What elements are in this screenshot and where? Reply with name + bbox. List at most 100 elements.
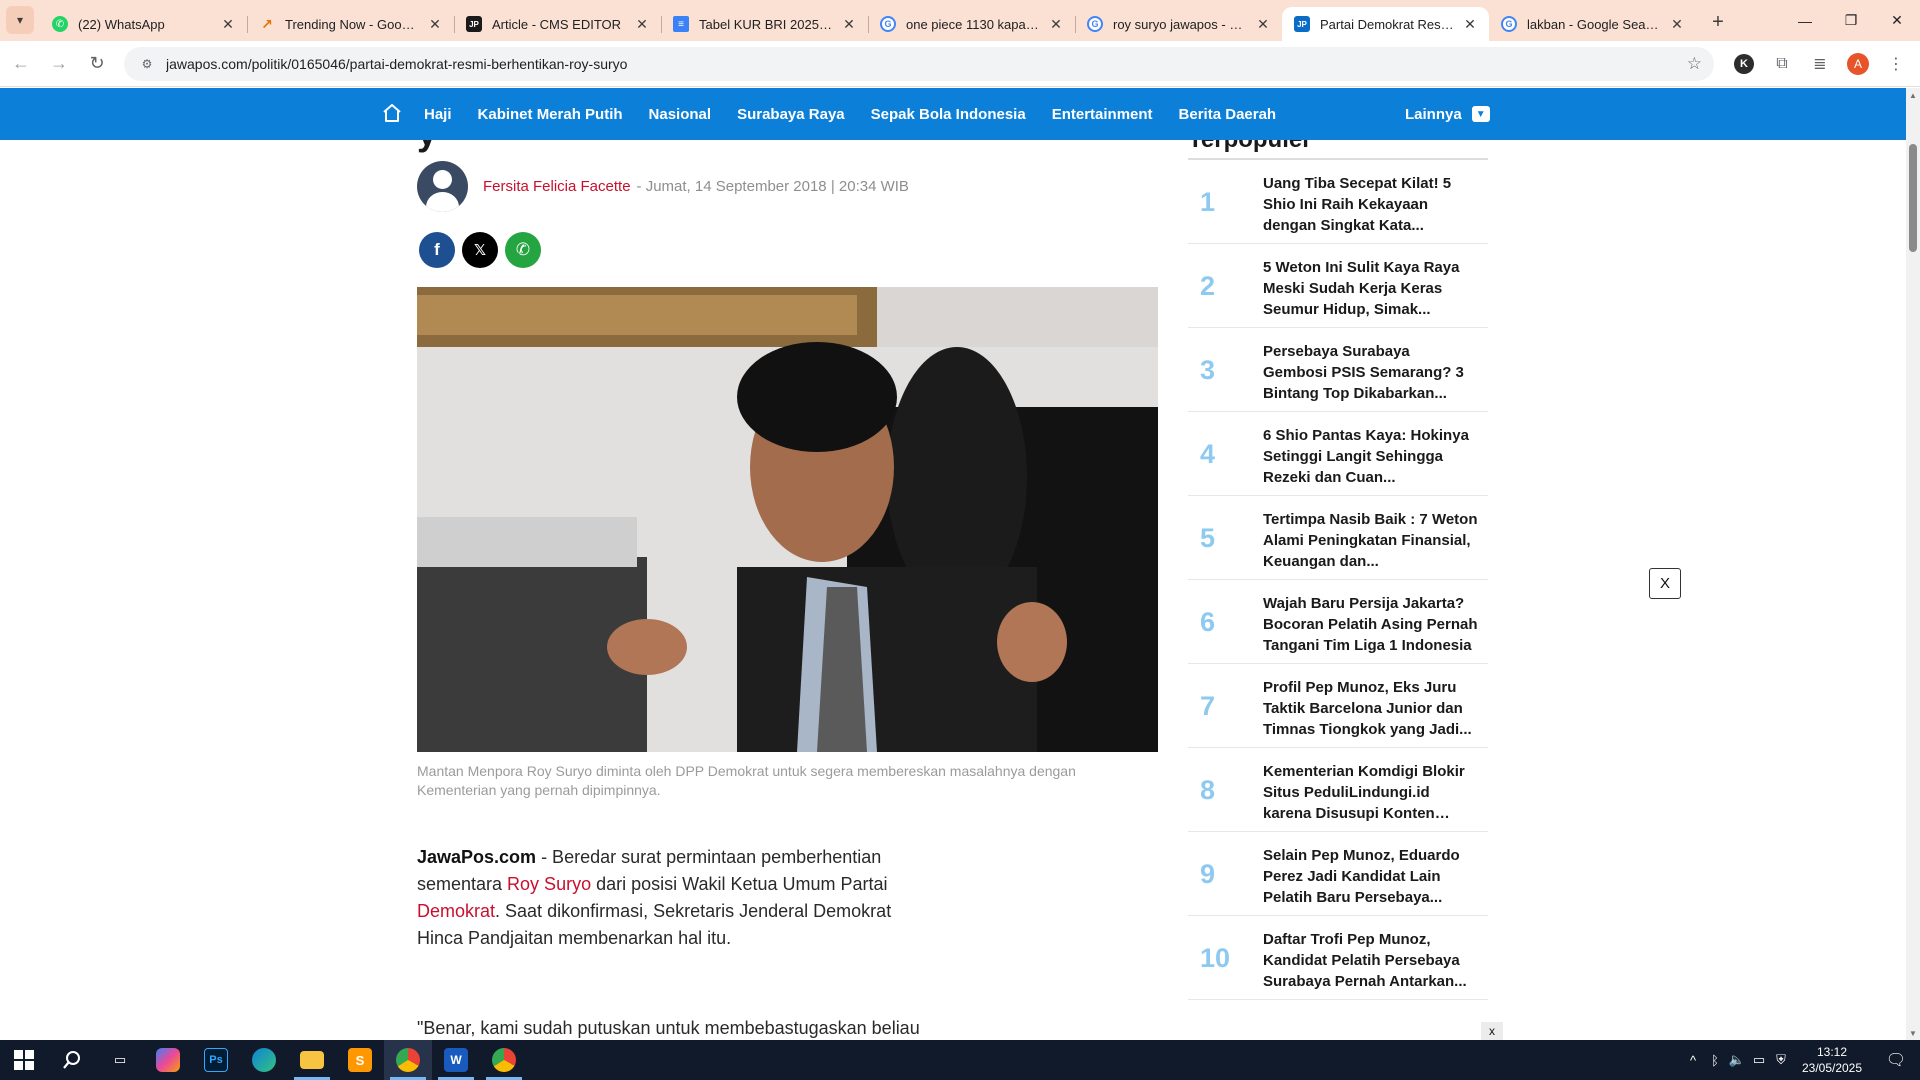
nav-item-haji[interactable]: Haji xyxy=(424,106,452,123)
network-icon[interactable]: ▭ xyxy=(1748,1052,1770,1068)
file-explorer-button[interactable] xyxy=(288,1040,336,1080)
popular-item[interactable]: 5 Tertimpa Nasib Baik : 7 Weton Alami Pe… xyxy=(1188,496,1488,580)
ad-close-button[interactable]: X xyxy=(1649,568,1681,599)
bottom-ad-close-button[interactable]: x xyxy=(1481,1022,1503,1040)
close-icon[interactable]: ✕ xyxy=(1047,15,1065,33)
browser-tab-trends[interactable]: ↗ Trending Now - Google Trends ✕ xyxy=(247,7,454,41)
scroll-down-icon[interactable]: ▼ xyxy=(1906,1026,1920,1040)
word-button[interactable]: W xyxy=(432,1040,480,1080)
extensions-button[interactable]: ⧉ xyxy=(1766,48,1798,80)
copilot-button[interactable] xyxy=(144,1040,192,1080)
close-icon[interactable]: ✕ xyxy=(426,15,444,33)
close-window-icon[interactable]: ✕ xyxy=(1874,0,1920,41)
whatsapp-share-button[interactable]: ✆ xyxy=(505,232,541,268)
popular-title[interactable]: Daftar Trofi Pep Munoz, Kandidat Pelatih… xyxy=(1263,929,1478,992)
popular-title[interactable]: Persebaya Surabaya Gembosi PSIS Semarang… xyxy=(1263,341,1478,404)
popular-title[interactable]: Selain Pep Munoz, Eduardo Perez Jadi Kan… xyxy=(1263,845,1478,908)
popular-item[interactable]: 6 Wajah Baru Persija Jakarta? Bocoran Pe… xyxy=(1188,580,1488,664)
sublime-button[interactable]: S xyxy=(336,1040,384,1080)
facebook-icon: f xyxy=(434,240,440,259)
popular-item[interactable]: 2 5 Weton Ini Sulit Kaya Raya Meski Suda… xyxy=(1188,244,1488,328)
close-icon[interactable]: ✕ xyxy=(1668,15,1686,33)
taskbar-search[interactable] xyxy=(48,1040,96,1080)
popular-title[interactable]: Kementerian Komdigi Blokir Situs PeduliL… xyxy=(1263,761,1478,824)
popular-rank: 1 xyxy=(1200,186,1216,217)
popular-title[interactable]: Profil Pep Munoz, Eks Juru Taktik Barcel… xyxy=(1263,677,1478,740)
lead-text-2: dari posisi Wakil Ketua Umum Partai xyxy=(591,874,888,894)
nav-item-kabinet-merah-putih[interactable]: Kabinet Merah Putih xyxy=(478,106,623,123)
facebook-share-button[interactable]: f xyxy=(419,232,455,268)
extension-k-button[interactable]: K xyxy=(1728,48,1760,80)
close-icon[interactable]: ✕ xyxy=(840,15,858,33)
reload-button[interactable]: ↻ xyxy=(80,47,114,81)
popular-item[interactable]: 8 Kementerian Komdigi Blokir Situs Pedul… xyxy=(1188,748,1488,832)
popular-title[interactable]: Wajah Baru Persija Jakarta? Bocoran Pela… xyxy=(1263,593,1478,656)
chrome-button[interactable] xyxy=(384,1040,432,1080)
browser-tab-cms[interactable]: JP Article - CMS EDITOR ✕ xyxy=(454,7,661,41)
file-explorer-icon xyxy=(300,1051,324,1069)
nav-item-berita-daerah[interactable]: Berita Daerah xyxy=(1179,106,1277,123)
home-icon[interactable] xyxy=(381,102,403,124)
popular-item[interactable]: 3 Persebaya Surabaya Gembosi PSIS Semara… xyxy=(1188,328,1488,412)
browser-tab-active[interactable]: JP Partai Demokrat Resmi Berhentikan Roy… xyxy=(1282,7,1489,41)
back-button[interactable]: ← xyxy=(4,47,38,81)
popular-item[interactable]: 7 Profil Pep Munoz, Eks Juru Taktik Barc… xyxy=(1188,664,1488,748)
nav-item-sepak-bola-indonesia[interactable]: Sepak Bola Indonesia xyxy=(871,106,1026,123)
close-icon[interactable]: ✕ xyxy=(633,15,651,33)
popular-item[interactable]: 4 6 Shio Pantas Kaya: Hokinya Setinggi L… xyxy=(1188,412,1488,496)
close-icon[interactable]: ✕ xyxy=(1461,15,1479,33)
security-icon[interactable]: ⛨ xyxy=(1770,1052,1792,1068)
start-button[interactable] xyxy=(0,1040,48,1080)
volume-icon[interactable]: 🔈 xyxy=(1726,1052,1748,1068)
media-control-button[interactable]: ≣ xyxy=(1804,48,1836,80)
chrome-profile-button[interactable] xyxy=(480,1040,528,1080)
task-view-button[interactable]: ▭ xyxy=(96,1040,144,1080)
popular-title[interactable]: 5 Weton Ini Sulit Kaya Raya Meski Sudah … xyxy=(1263,257,1478,320)
profile-button[interactable]: A xyxy=(1842,48,1874,80)
menu-button[interactable]: ⋮ xyxy=(1880,48,1912,80)
popular-title[interactable]: Uang Tiba Secepat Kilat! 5 Shio Ini Raih… xyxy=(1263,173,1478,236)
scroll-up-icon[interactable]: ▲ xyxy=(1906,88,1920,102)
taskbar-clock[interactable]: 13:12 23/05/2025 xyxy=(1792,1044,1872,1076)
browser-tab-kur[interactable]: ≡ Tabel KUR BRI 2025 Pinjaman ✕ xyxy=(661,7,868,41)
x-share-button[interactable]: 𝕏 xyxy=(462,232,498,268)
author-link[interactable]: Fersita Felicia Facette xyxy=(483,178,631,195)
close-icon[interactable]: ✕ xyxy=(219,15,237,33)
site-info-icon[interactable]: ⚙ xyxy=(136,53,158,75)
nav-item-entertainment[interactable]: Entertainment xyxy=(1052,106,1153,123)
bluetooth-icon[interactable]: ᛒ xyxy=(1704,1053,1726,1068)
forward-button[interactable]: → xyxy=(42,47,76,81)
notification-icon[interactable]: 🗨 xyxy=(1872,1050,1920,1070)
edge-button[interactable] xyxy=(240,1040,288,1080)
tab-title: Partai Demokrat Resmi Berhentikan Roy Su… xyxy=(1320,16,1455,32)
browser-tab-lakban[interactable]: G lakban - Google Search ✕ xyxy=(1489,7,1696,41)
roy-suryo-link[interactable]: Roy Suryo xyxy=(507,874,591,894)
nav-item-surabaya-raya[interactable]: Surabaya Raya xyxy=(737,106,845,123)
nav-item-nasional[interactable]: Nasional xyxy=(649,106,712,123)
puzzle-icon: ⧉ xyxy=(1776,54,1788,72)
tab-search-button[interactable]: ▾ xyxy=(6,6,34,34)
bookmark-star-icon[interactable]: ☆ xyxy=(1687,54,1702,74)
minimize-icon[interactable]: — xyxy=(1782,0,1828,41)
browser-tab-roysuryo[interactable]: G roy suryo jawapos - Google ✕ xyxy=(1075,7,1282,41)
photoshop-button[interactable]: Ps xyxy=(192,1040,240,1080)
windows-taskbar: ▭ Ps S W ^ ᛒ 🔈 ▭ ⛨ 13:12 23/05/2025 🗨 xyxy=(0,1040,1920,1080)
scrollbar-thumb[interactable] xyxy=(1909,144,1917,252)
popular-item[interactable]: 9 Selain Pep Munoz, Eduardo Perez Jadi K… xyxy=(1188,832,1488,916)
restore-icon[interactable]: ❐ xyxy=(1828,0,1874,41)
popular-title[interactable]: Tertimpa Nasib Baik : 7 Weton Alami Peni… xyxy=(1263,509,1478,572)
popular-item[interactable]: 10 Daftar Trofi Pep Munoz, Kandidat Pela… xyxy=(1188,916,1488,1000)
browser-tab-whatsapp[interactable]: ✆ (22) WhatsApp ✕ xyxy=(40,7,247,41)
popular-item[interactable]: 1 Uang Tiba Secepat Kilat! 5 Shio Ini Ra… xyxy=(1188,160,1488,244)
browser-tab-onepiece[interactable]: G one piece 1130 kapan rilis ✕ xyxy=(868,7,1075,41)
new-tab-button[interactable]: + xyxy=(1702,6,1734,38)
address-bar[interactable]: ⚙ jawapos.com/politik/0165046/partai-dem… xyxy=(124,46,1714,81)
nav-more-dropdown[interactable]: Lainnya ▼ xyxy=(1405,88,1490,140)
demokrat-link[interactable]: Demokrat xyxy=(417,901,495,921)
popular-rank: 10 xyxy=(1200,942,1231,973)
close-icon[interactable]: ✕ xyxy=(1254,15,1272,33)
page-scrollbar[interactable]: ▲ ▼ xyxy=(1906,88,1920,1040)
popular-title[interactable]: 6 Shio Pantas Kaya: Hokinya Setinggi Lan… xyxy=(1263,425,1478,488)
chevron-up-icon[interactable]: ^ xyxy=(1682,1053,1704,1068)
reload-icon: ↻ xyxy=(89,53,105,73)
